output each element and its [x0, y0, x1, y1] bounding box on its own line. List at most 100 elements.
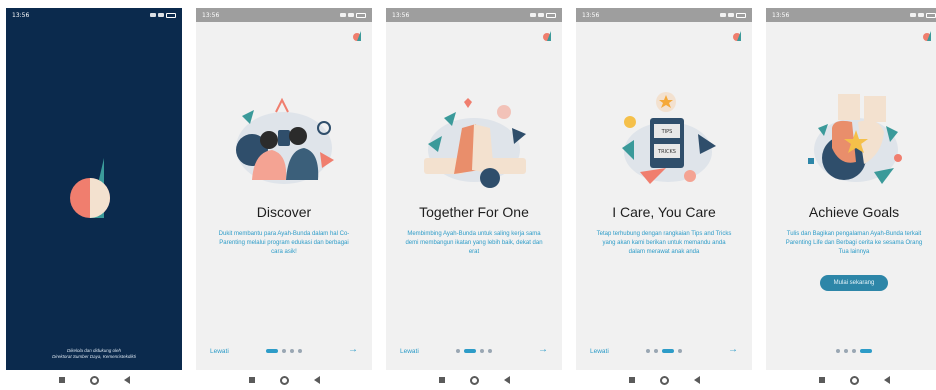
status-icons — [910, 12, 936, 18]
home-button[interactable] — [659, 375, 669, 385]
screen-description: Tulis dan Bagikan pengalaman Ayah-Bunda … — [785, 231, 923, 255]
page-dot-4 — [678, 349, 682, 353]
home-button[interactable] — [469, 375, 479, 385]
app-logo-icon — [543, 31, 551, 41]
app-logo-icon — [70, 158, 110, 218]
splash-footer: Dikelola dan didukung oleh Direktorat Su… — [6, 348, 182, 360]
status-icons — [150, 12, 176, 18]
status-time: 13:56 — [392, 11, 410, 19]
signal-icon — [910, 13, 916, 17]
battery-icon — [166, 12, 176, 18]
status-bar: 13:56 — [6, 8, 182, 22]
battery-icon — [546, 12, 556, 18]
status-bar: 13:56 — [766, 8, 936, 22]
app-logo-icon — [353, 31, 361, 41]
page-dot-3 — [480, 349, 484, 353]
back-button[interactable] — [313, 376, 320, 384]
back-button[interactable] — [883, 376, 890, 384]
screen-title: Discover — [256, 204, 312, 220]
app-logo-icon — [923, 31, 931, 41]
recents-button[interactable] — [438, 377, 445, 383]
page-indicator — [766, 349, 936, 353]
home-button[interactable] — [849, 375, 859, 385]
battery-icon — [356, 12, 366, 18]
signal-icon — [150, 13, 156, 17]
screen-title: Achieve Goals — [808, 204, 900, 220]
onboarding-screen-care: 13:56 TIPS TRICKS I Care, You Care Tetap… — [576, 8, 752, 370]
arrow-right-icon[interactable]: → — [348, 344, 358, 355]
status-time: 13:56 — [582, 11, 600, 19]
back-button[interactable] — [123, 376, 130, 384]
page-dot-2 — [654, 349, 658, 353]
arrow-right-icon[interactable]: → — [538, 344, 548, 355]
wifi-icon — [538, 13, 544, 17]
system-navbar — [386, 370, 562, 390]
page-dot-4 — [488, 349, 492, 353]
wifi-icon — [348, 13, 354, 17]
recents-button[interactable] — [628, 377, 635, 383]
phone-together: 13:56 Together For One Membimbing Ayah-B… — [386, 8, 562, 390]
system-navbar — [6, 370, 182, 390]
onboarding-screen-achieve: 13:56 Achieve Goals Tulis dan Bagikan pe… — [766, 8, 936, 370]
page-indicator — [386, 349, 562, 353]
board-top-label: TIPS — [661, 129, 673, 135]
app-logo-icon — [733, 31, 741, 41]
page-dot-2 — [464, 349, 476, 353]
status-icons — [340, 12, 366, 18]
status-bar: 13:56 — [386, 8, 562, 22]
phone-splash: 13:56 Dikelola dan didukung oleh Direkto… — [6, 8, 182, 390]
page-dot-2 — [844, 349, 848, 353]
page-dot-1 — [266, 349, 278, 353]
home-button[interactable] — [89, 375, 99, 385]
page-dot-3 — [852, 349, 856, 353]
start-button[interactable]: Mulai sekarang — [820, 275, 888, 291]
arrow-right-icon[interactable]: → — [728, 344, 738, 355]
system-navbar — [766, 370, 936, 390]
signal-icon — [720, 13, 726, 17]
status-time: 13:56 — [12, 11, 30, 19]
phone-care: 13:56 TIPS TRICKS I Care, You Care Tetap… — [576, 8, 752, 390]
onboarding-screens-strip: 13:56 Dikelola dan didukung oleh Direkto… — [0, 0, 936, 390]
battery-icon — [736, 12, 746, 18]
recents-button[interactable] — [818, 377, 825, 383]
screen-description: Dukit membantu para Ayah-Bunda dalam hal… — [218, 231, 350, 255]
signal-icon — [530, 13, 536, 17]
page-dot-4 — [298, 349, 302, 353]
high-five-illustration — [424, 98, 526, 188]
splash-screen: 13:56 Dikelola dan didukung oleh Direkto… — [6, 8, 182, 370]
home-button[interactable] — [279, 375, 289, 385]
back-button[interactable] — [693, 376, 700, 384]
recents-button[interactable] — [248, 377, 255, 383]
achieve-goals-illustration — [808, 94, 902, 184]
system-navbar — [196, 370, 372, 390]
screen-title: Together For One — [419, 204, 529, 220]
screen-title: I Care, You Care — [612, 204, 716, 220]
status-time: 13:56 — [772, 11, 790, 19]
screen-description: Tetap terhubung dengan rangkaian Tips an… — [596, 231, 732, 255]
back-button[interactable] — [503, 376, 510, 384]
page-dot-3 — [662, 349, 674, 353]
onboarding-screen-discover: 13:56 Discover Dukit membantu para Ayah-… — [196, 8, 372, 370]
page-dot-3 — [290, 349, 294, 353]
page-dot-2 — [282, 349, 286, 353]
status-icons — [530, 12, 556, 18]
page-dot-1 — [456, 349, 460, 353]
wifi-icon — [918, 13, 924, 17]
board-bottom-label: TRICKS — [657, 149, 676, 155]
onboarding-screen-together: 13:56 Together For One Membimbing Ayah-B… — [386, 8, 562, 370]
wifi-icon — [728, 13, 734, 17]
splash-footer-line2: Direktorat Sumber Daya, Kemenristekdikti — [52, 354, 136, 359]
screen-description: Membimbing Ayah-Bunda untuk saling kerja… — [405, 231, 543, 255]
page-dot-4 — [860, 349, 872, 353]
recents-button[interactable] — [58, 377, 65, 383]
page-indicator — [196, 349, 372, 353]
status-bar: 13:56 — [196, 8, 372, 22]
status-time: 13:56 — [202, 11, 220, 19]
page-dot-1 — [836, 349, 840, 353]
tips-tricks-illustration: TIPS TRICKS — [622, 92, 716, 184]
signal-icon — [340, 13, 346, 17]
phone-discover: 13:56 Discover Dukit membantu para Ayah-… — [196, 8, 372, 390]
system-navbar — [576, 370, 752, 390]
status-icons — [720, 12, 746, 18]
wifi-icon — [158, 13, 164, 17]
